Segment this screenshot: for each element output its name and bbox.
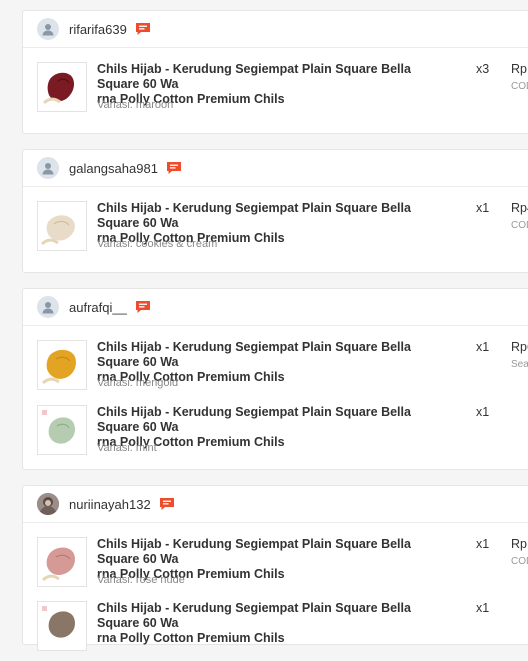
product-variant: Variasi: cookies & cream [97,238,218,250]
product-thumbnail[interactable] [37,201,87,251]
product-row[interactable]: Chils Hijab - Kerudung Segiempat Plain S… [23,340,528,400]
product-quantity: x1 [476,601,490,615]
order-price: Rp1 [511,537,528,551]
chat-bubble-icon[interactable] [166,161,182,175]
product-row[interactable]: Chils Hijab - Kerudung Segiempat Plain S… [23,601,528,661]
product-row[interactable]: Chils Hijab - Kerudung Segiempat Plain S… [23,62,528,122]
product-thumbnail[interactable] [37,601,87,651]
product-thumbnail[interactable] [37,537,87,587]
product-variant: Variasi: merigold [97,377,179,389]
chat-bubble-icon[interactable] [135,300,151,314]
product-quantity: x3 [476,62,490,76]
product-variant: Variasi: mint [97,442,157,454]
chat-bubble-icon[interactable] [159,497,175,511]
product-variant: Variasi: rose nude [97,574,185,586]
product-thumbnail[interactable] [37,62,87,112]
order-card: galangsaha981 Chils Hijab - Kerudung Seg… [22,149,528,273]
product-name-line: Chils Hijab - Kerudung Segiempat Plain S… [97,201,411,230]
order-card-header: nuriinayah132 [23,486,528,523]
product-name-line: rna Polly Cotton Premium Chils [97,631,285,645]
chat-bubble-icon[interactable] [135,22,151,36]
user-avatar-icon[interactable] [37,18,59,40]
username[interactable]: rifarifa639 [69,22,127,37]
payment-method: COD [511,556,528,567]
order-price: Rp1 [511,62,528,76]
username[interactable]: aufrafqi__ [69,300,127,315]
product-name-line: Chils Hijab - Kerudung Segiempat Plain S… [97,537,411,566]
payment-method: COD [511,220,528,231]
payment-method: Sea [511,359,528,370]
product-thumbnail[interactable] [37,405,87,455]
product-row[interactable]: Chils Hijab - Kerudung Segiempat Plain S… [23,537,528,597]
order-card-header: aufrafqi__ [23,289,528,326]
order-price: Rp6 [511,340,528,354]
product-quantity: x1 [476,201,490,215]
product-name-line: Chils Hijab - Kerudung Segiempat Plain S… [97,405,411,434]
product-name-line: Chils Hijab - Kerudung Segiempat Plain S… [97,340,411,369]
order-card: nuriinayah132 Chils Hijab - Kerudung Seg… [22,485,528,651]
username[interactable]: nuriinayah132 [69,497,151,512]
order-card-header: rifarifa639 [23,11,528,48]
product-quantity: x1 [476,340,490,354]
order-card-header: galangsaha981 [23,150,528,187]
username[interactable]: galangsaha981 [69,161,158,176]
user-avatar-icon[interactable] [37,157,59,179]
product-name[interactable]: Chils Hijab - Kerudung Segiempat Plain S… [97,601,419,646]
user-avatar-icon[interactable] [37,493,59,515]
product-name-line: Chils Hijab - Kerudung Segiempat Plain S… [97,62,411,91]
product-name-line: Chils Hijab - Kerudung Segiempat Plain S… [97,601,411,630]
product-quantity: x1 [476,405,490,419]
order-card: rifarifa639 Chils Hijab - Kerudung Segie… [22,10,528,134]
user-avatar-icon[interactable] [37,296,59,318]
product-thumbnail[interactable] [37,340,87,390]
order-price: Rp4 [511,201,528,215]
product-variant: Variasi: maroon [97,99,174,111]
product-quantity: x1 [476,537,490,551]
product-row[interactable]: Chils Hijab - Kerudung Segiempat Plain S… [23,201,528,261]
product-row[interactable]: Chils Hijab - Kerudung Segiempat Plain S… [23,405,528,465]
order-card: aufrafqi__ Chils Hijab - Kerudung Segiem… [22,288,528,470]
payment-method: COD [511,81,528,92]
